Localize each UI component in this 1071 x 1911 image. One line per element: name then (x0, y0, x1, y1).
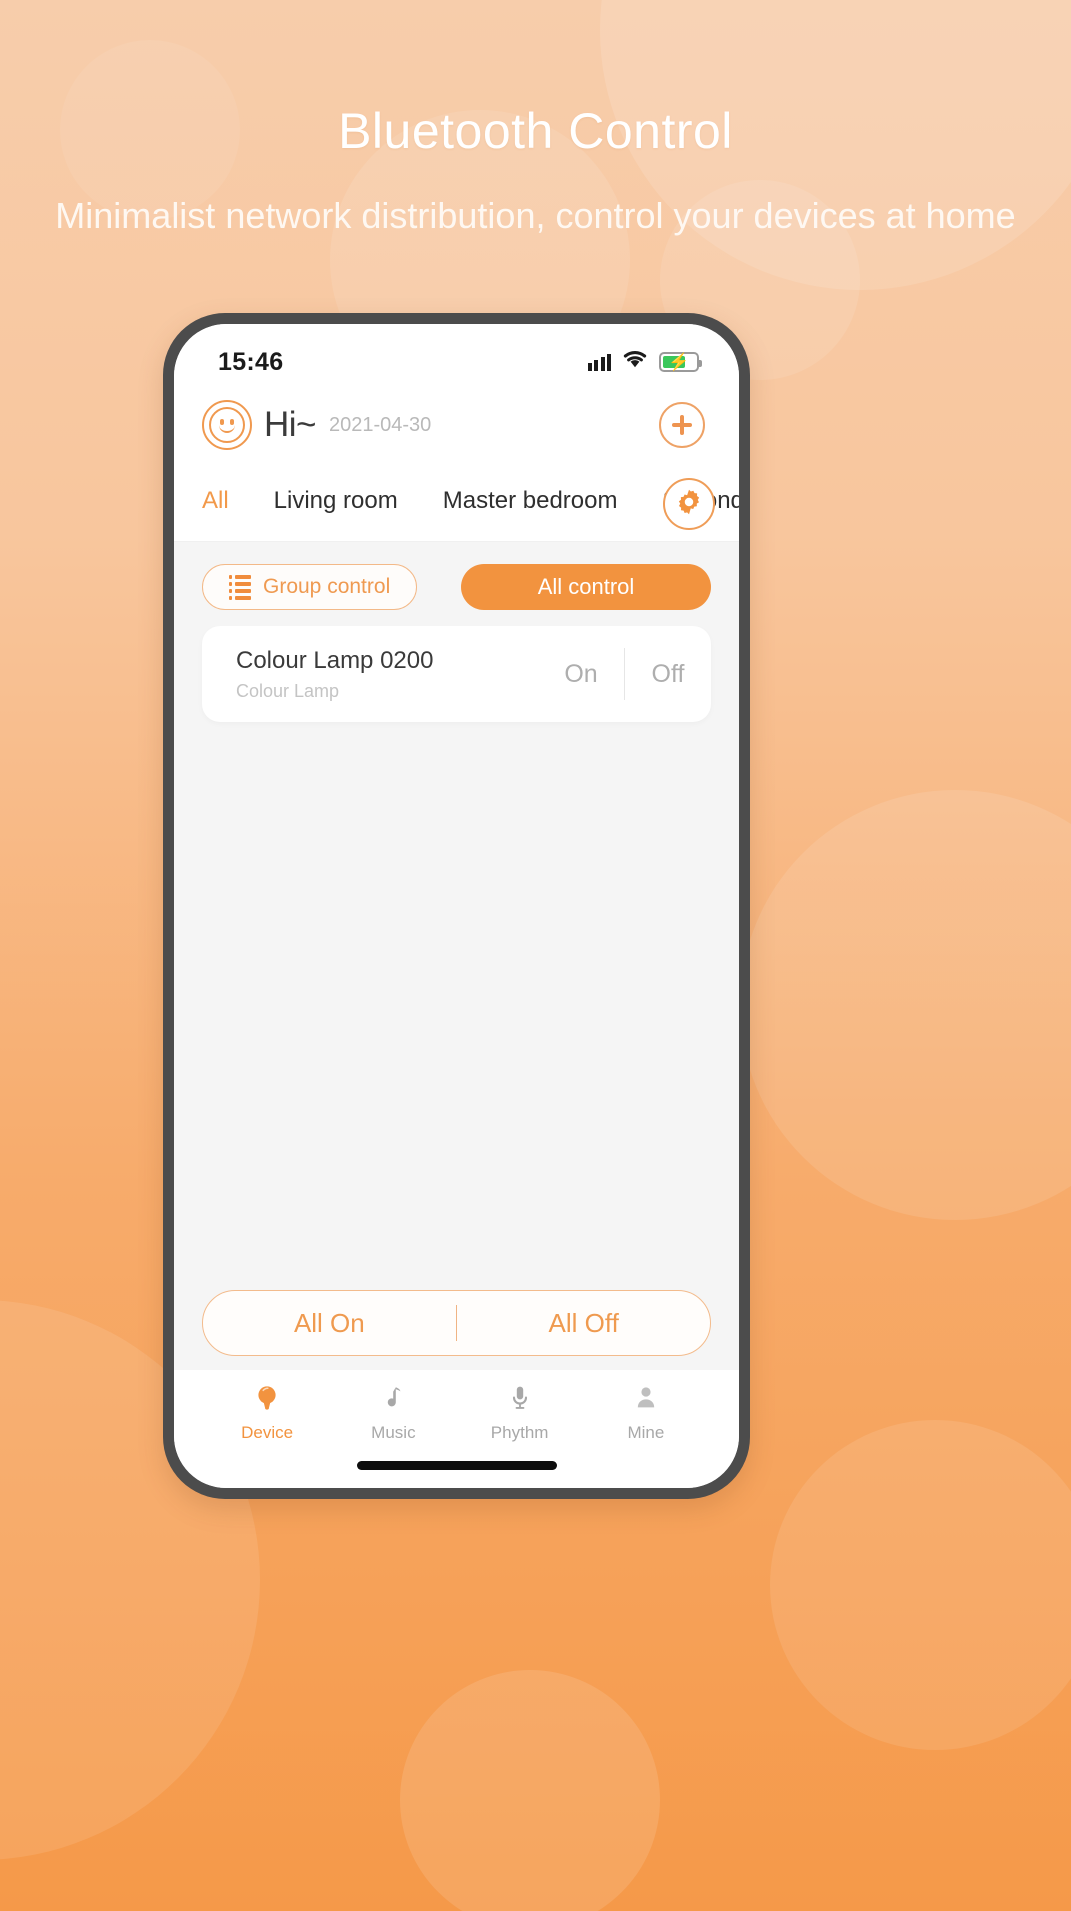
nav-item-phythm[interactable]: Phythm (457, 1384, 583, 1443)
room-tabs: All Living room Master bedroom Second be… (174, 464, 739, 542)
all-control-button[interactable]: All control (461, 564, 711, 610)
person-icon (633, 1384, 659, 1414)
nav-item-device[interactable]: Device (204, 1384, 330, 1443)
promo-subtitle: Minimalist network distribution, control… (55, 195, 1016, 236)
room-tab-all[interactable]: All (202, 487, 229, 519)
home-indicator (356, 1461, 557, 1470)
app-header: Hi~ 2021-04-30 (174, 386, 739, 464)
decorative-circle (770, 1420, 1071, 1750)
decorative-circle (740, 790, 1071, 1220)
all-off-button[interactable]: All Off (457, 1308, 710, 1339)
all-onoff-bar: All On All Off (202, 1290, 711, 1356)
nav-item-mine[interactable]: Mine (583, 1384, 709, 1443)
promo-title: Bluetooth Control (338, 103, 733, 159)
status-bar-icons: ⚡ (587, 350, 702, 374)
status-bar: 15:46 ⚡ (174, 324, 739, 386)
smiley-avatar-icon[interactable] (202, 400, 252, 450)
promo-background: Bluetooth Control Minimalist network dis… (0, 0, 1071, 1911)
nav-item-music[interactable]: Music (330, 1384, 456, 1443)
all-on-button[interactable]: All On (203, 1308, 456, 1339)
wifi-icon (622, 350, 648, 374)
device-info: Colour Lamp 0200 Colour Lamp (236, 647, 538, 702)
room-tabs-scroller[interactable]: All Living room Master bedroom Second be… (174, 487, 739, 519)
phone-screen: 15:46 ⚡ Hi~ 2021-04-30 All Living room M… (174, 324, 739, 1488)
group-control-label: Group control (263, 575, 391, 598)
header-date: 2021-04-30 (329, 413, 432, 436)
bulb-icon (254, 1384, 280, 1414)
device-type: Colour Lamp (236, 680, 340, 701)
gear-icon (674, 487, 704, 522)
nav-label: Mine (627, 1423, 665, 1442)
promo-copy: Bluetooth Control Minimalist network dis… (0, 104, 1071, 245)
device-card[interactable]: Colour Lamp 0200 Colour Lamp On Off (202, 626, 711, 722)
signal-bars-icon (587, 353, 611, 371)
device-list: Colour Lamp 0200 Colour Lamp On Off (174, 626, 739, 1290)
nav-label: Device (241, 1423, 294, 1442)
microphone-icon (507, 1384, 533, 1414)
group-control-button[interactable]: Group control (202, 564, 418, 610)
status-bar-time: 15:46 (218, 347, 284, 376)
battery-charging-icon: ⚡ (659, 352, 702, 372)
device-on-button[interactable]: On (538, 660, 624, 689)
list-icon (229, 574, 251, 600)
device-name: Colour Lamp 0200 (236, 646, 434, 674)
room-tab-living-room[interactable]: Living room (274, 487, 398, 519)
greeting-text: Hi~ (264, 405, 317, 444)
device-off-button[interactable]: Off (625, 660, 711, 689)
music-note-icon (380, 1384, 406, 1414)
bottom-navigation: Device Music Phythm Mine (174, 1370, 739, 1488)
control-row: Group control All control (174, 542, 739, 626)
nav-label: Music (371, 1423, 416, 1442)
nav-label: Phythm (490, 1423, 549, 1442)
phone-frame: 15:46 ⚡ Hi~ 2021-04-30 All Living room M… (163, 313, 750, 1499)
decorative-circle (400, 1670, 660, 1911)
all-onoff-wrap: All On All Off (174, 1290, 739, 1370)
add-device-button[interactable] (659, 402, 705, 448)
settings-button[interactable] (663, 478, 715, 530)
room-tab-master-bedroom[interactable]: Master bedroom (443, 487, 618, 519)
device-actions: On Off (538, 648, 711, 700)
